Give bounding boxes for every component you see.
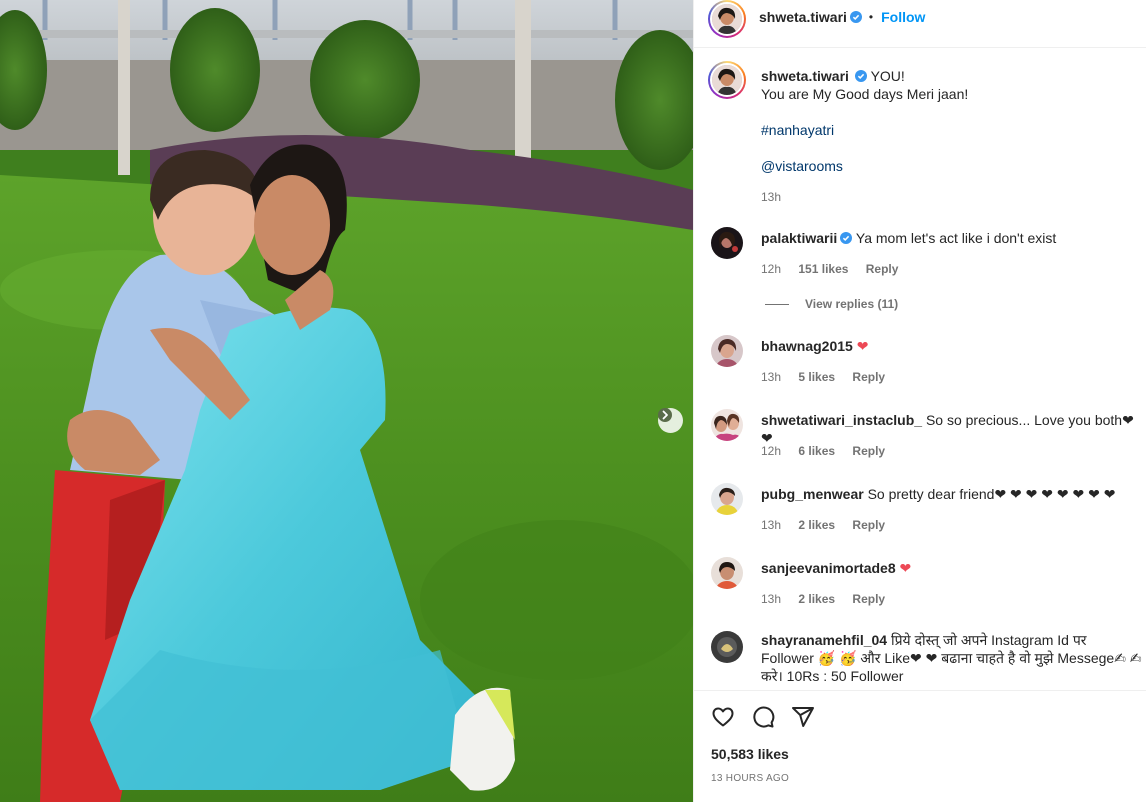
comment-meta: 13h 5 likes Reply	[761, 370, 885, 384]
comment-meta: 12h 6 likes Reply	[761, 444, 885, 458]
comment-text: Ya mom let's act like i don't exist	[855, 230, 1057, 246]
comment-text: ❤	[856, 338, 869, 354]
replies-divider	[765, 303, 789, 305]
view-replies-label: View replies (11)	[805, 297, 899, 311]
caption-line-2: You are My Good days Meri jaan!	[761, 86, 969, 102]
share-icon[interactable]	[791, 705, 815, 729]
comment-time: 13h	[761, 370, 782, 384]
hashtag-link[interactable]: #nanhayatri	[761, 121, 1141, 139]
post-image	[0, 0, 693, 802]
verified-badge-icon	[840, 232, 853, 244]
post-header: shweta.tiwari • Follow	[694, 0, 1146, 48]
reply-button[interactable]: Reply	[866, 262, 899, 276]
comment-text: ❤	[899, 560, 912, 576]
post-actions: 50,583 likes 13 HOURS AGO	[694, 690, 1146, 802]
verified-badge-icon	[849, 11, 862, 23]
commenter-username[interactable]: palaktiwarii	[761, 230, 837, 246]
commenter-username[interactable]: pubg_menwear	[761, 486, 864, 502]
comments-scroll[interactable]: shweta.tiwari YOU! You are My Good days …	[694, 49, 1146, 690]
commenter-avatar[interactable]	[711, 409, 743, 441]
post-time-ago: 13 HOURS AGO	[711, 773, 790, 784]
commenter-username[interactable]: sanjeevanimortade8	[761, 560, 896, 576]
commenter-username[interactable]: bhawnag2015	[761, 338, 853, 354]
comment-likes[interactable]: 2 likes	[798, 592, 835, 606]
heart-icon[interactable]	[711, 705, 735, 729]
separator-dot: •	[868, 10, 874, 24]
mention-link[interactable]: @vistarooms	[761, 157, 1141, 175]
comment-text-row: shayranamehfil_04 प्रिये दोस्त् जो अपने …	[761, 631, 1143, 685]
reply-button[interactable]: Reply	[852, 444, 885, 458]
commenter-avatar[interactable]	[711, 557, 743, 589]
comment-meta: 13h 2 likes Reply	[761, 518, 885, 532]
commenter-avatar[interactable]	[711, 483, 743, 515]
author-avatar[interactable]	[708, 0, 746, 38]
comment-text-row: palaktiwarii Ya mom let's act like i don…	[761, 229, 1143, 247]
commenter-username[interactable]: shwetatiwari_instaclub_	[761, 412, 922, 428]
commenter-avatar[interactable]	[711, 335, 743, 367]
verified-badge-icon	[854, 70, 867, 82]
view-replies-button[interactable]: View replies (11)	[765, 297, 898, 311]
reply-button[interactable]: Reply	[852, 592, 885, 606]
likes-count[interactable]: 50,583 likes	[711, 746, 789, 762]
avatar-image	[712, 65, 742, 95]
commenter-avatar[interactable]	[711, 227, 743, 259]
comment-meta: 13h 2 likes Reply	[761, 592, 885, 606]
avatar-image	[712, 4, 742, 34]
caption-line-1: YOU!	[870, 68, 905, 84]
reply-button[interactable]: Reply	[852, 518, 885, 532]
follow-button[interactable]: Follow	[881, 9, 925, 25]
comment-time: 12h	[761, 444, 782, 458]
carousel-next-button[interactable]	[658, 408, 683, 433]
caption-username[interactable]: shweta.tiwari	[761, 68, 849, 84]
caption-avatar[interactable]	[708, 61, 746, 99]
comment-text: So pretty dear friend❤ ❤ ❤ ❤ ❤ ❤ ❤ ❤	[867, 486, 1116, 502]
commenter-username[interactable]: shayranamehfil_04	[761, 632, 887, 648]
comment-likes[interactable]: 5 likes	[798, 370, 835, 384]
caption-time: 13h	[761, 190, 782, 204]
post-photo[interactable]	[0, 0, 693, 802]
comment-likes[interactable]: 2 likes	[798, 518, 835, 532]
comment-icon[interactable]	[751, 705, 775, 729]
header-user: shweta.tiwari • Follow	[759, 9, 925, 25]
comment-text-row: bhawnag2015 ❤	[761, 337, 1143, 355]
comment-text-row: sanjeevanimortade8 ❤	[761, 559, 1143, 577]
comment-likes[interactable]: 151 likes	[798, 262, 848, 276]
comment-likes[interactable]: 6 likes	[798, 444, 835, 458]
comment-meta: 12h 151 likes Reply	[761, 262, 898, 276]
comment-text-row: pubg_menwear So pretty dear friend❤ ❤ ❤ …	[761, 485, 1143, 503]
post-details-panel: shweta.tiwari • Follow shweta.tiwari YOU…	[693, 0, 1146, 802]
post-caption: shweta.tiwari YOU! You are My Good days …	[761, 67, 1141, 206]
comment-time: 12h	[761, 262, 782, 276]
commenter-avatar[interactable]	[711, 631, 743, 663]
reply-button[interactable]: Reply	[852, 370, 885, 384]
comment-time: 13h	[761, 592, 782, 606]
comment-text-row: shwetatiwari_instaclub_ So so precious..…	[761, 411, 1143, 447]
chevron-right-icon	[658, 408, 672, 422]
header-username[interactable]: shweta.tiwari	[759, 9, 847, 25]
comment-time: 13h	[761, 518, 782, 532]
